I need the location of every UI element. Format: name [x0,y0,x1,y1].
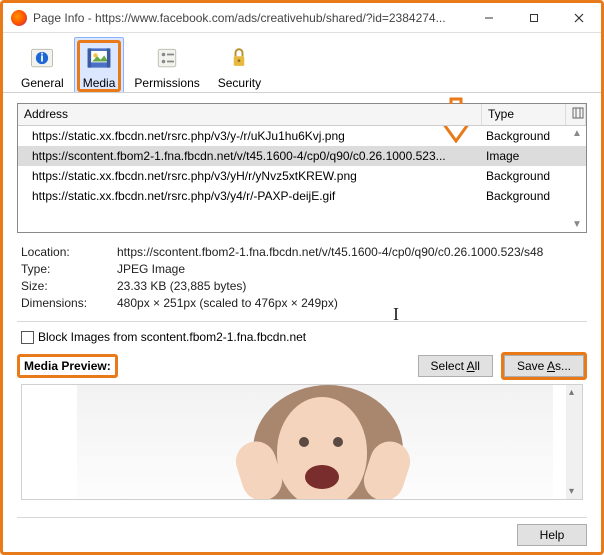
size-value: 23.33 KB (23,885 bytes) [117,279,587,293]
col-address[interactable]: Address [18,104,482,125]
window-controls [466,3,601,32]
cell-address: https://static.xx.fbcdn.net/rsrc.php/v3/… [18,169,482,183]
tab-label: Security [218,76,261,90]
table-body: https://static.xx.fbcdn.net/rsrc.php/v3/… [18,126,586,232]
tab-bar: General Media [3,33,601,93]
close-button[interactable] [556,3,601,32]
cell-address: https://static.xx.fbcdn.net/rsrc.php/v3/… [18,129,482,143]
dimensions-label: Dimensions: [21,296,117,310]
title-bar: Page Info - https://www.facebook.com/ads… [3,3,601,33]
tab-media[interactable]: Media [74,37,125,92]
tab-security[interactable]: Security [210,37,269,92]
location-label: Location: [21,245,117,259]
window-title: Page Info - https://www.facebook.com/ads… [33,11,466,25]
block-images-checkbox[interactable] [21,331,34,344]
footer-row: Help [17,517,587,546]
column-picker-icon[interactable] [566,104,586,125]
divider [17,321,587,322]
scroll-up-icon[interactable]: ▲ [570,128,584,139]
dimensions-value: 480px × 251px (scaled to 476px × 249px) [117,296,587,310]
col-type[interactable]: Type [482,104,566,125]
cell-address: https://scontent.fbom2-1.fna.fbcdn.net/v… [18,149,482,163]
tab-label: General [21,76,64,90]
table-row[interactable]: https://static.xx.fbcdn.net/rsrc.php/v3/… [18,166,586,186]
scroll-up-icon[interactable]: ▴ [569,387,574,398]
select-all-button[interactable]: Select All [418,355,493,377]
type-label: Type: [21,262,117,276]
content-area: Address Type https://static.xx.fbcdn.net… [3,93,601,506]
help-button[interactable]: Help [517,524,587,546]
media-table: Address Type https://static.xx.fbcdn.net… [17,103,587,233]
media-preview-label: Media Preview: [17,354,118,378]
cell-type: Background [482,189,586,203]
type-value: JPEG Image [117,262,587,276]
table-row[interactable]: https://static.xx.fbcdn.net/rsrc.php/v3/… [18,186,586,206]
block-images-row: Block Images from scontent.fbom2-1.fna.f… [17,328,587,352]
tab-label: Media [83,76,116,90]
block-images-label: Block Images from scontent.fbom2-1.fna.f… [38,330,306,344]
lock-icon [223,42,255,74]
preview-scrollbar[interactable]: ▴ ▾ [566,385,582,499]
table-header: Address Type [18,104,586,126]
media-icon [83,42,115,74]
permissions-icon [151,42,183,74]
minimize-button[interactable] [466,3,511,32]
page-info-window: Page Info - https://www.facebook.com/ads… [0,0,604,555]
tab-permissions[interactable]: Permissions [126,37,207,92]
action-row: Media Preview: Select All Save As... [17,352,587,380]
cell-type: Image [482,149,586,163]
scroll-down-icon[interactable]: ▼ [570,219,584,230]
preview-image [77,385,553,500]
info-icon [26,42,58,74]
tab-label: Permissions [134,76,199,90]
cell-type: Background [482,169,586,183]
size-label: Size: [21,279,117,293]
scroll-down-icon[interactable]: ▾ [569,486,574,497]
maximize-button[interactable] [511,3,556,32]
location-value: https://scontent.fbom2-1.fna.fbcdn.net/v… [117,245,587,259]
annotation-highlight: Save As... [501,352,587,380]
firefox-icon [11,10,27,26]
table-row[interactable]: https://scontent.fbom2-1.fna.fbcdn.net/v… [18,146,586,166]
cell-address: https://static.xx.fbcdn.net/rsrc.php/v3/… [18,189,482,203]
save-as-button[interactable]: Save As... [504,355,584,377]
media-info: Location: https://scontent.fbom2-1.fna.f… [17,243,587,311]
tab-general[interactable]: General [13,37,72,92]
media-preview-pane: ▴ ▾ [21,384,583,500]
table-row[interactable]: https://static.xx.fbcdn.net/rsrc.php/v3/… [18,126,586,146]
